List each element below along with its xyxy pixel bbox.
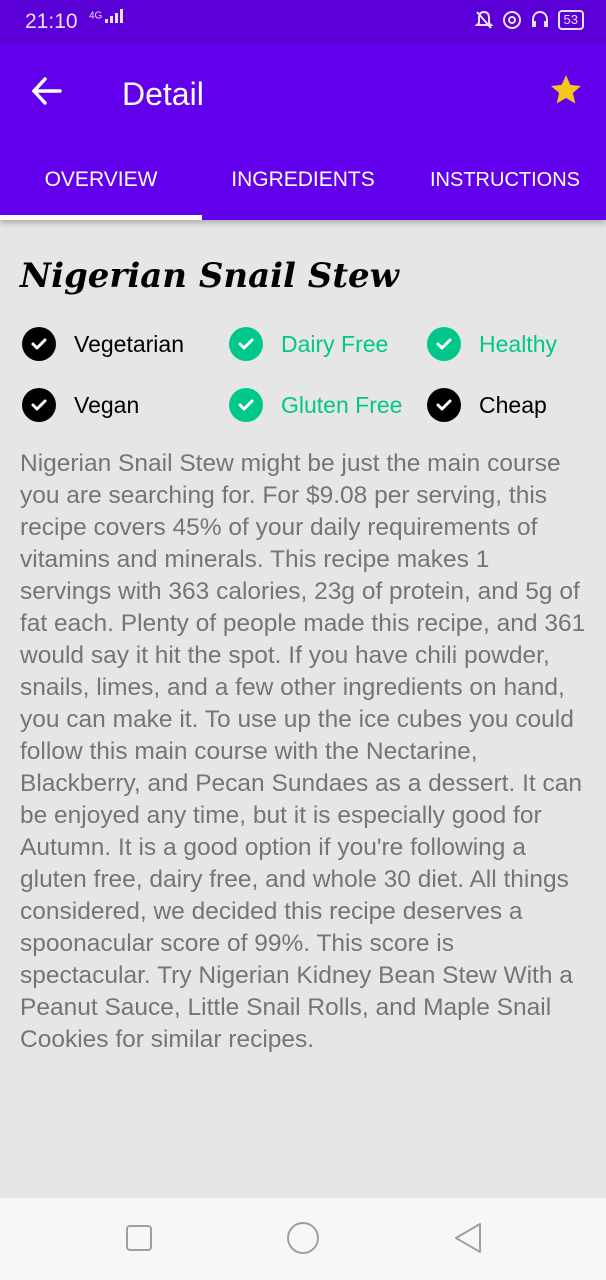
tag-healthy: Healthy xyxy=(427,327,557,361)
system-nav-bar xyxy=(0,1198,606,1280)
check-circle-icon xyxy=(427,327,461,361)
tag-cheap: Cheap xyxy=(427,388,547,422)
status-icons: 53 xyxy=(474,10,584,30)
page-title: Detail xyxy=(122,76,204,112)
check-circle-icon xyxy=(427,388,461,422)
mute-bell-icon xyxy=(474,10,493,29)
tab-bar: OVERVIEW INGREDIENTS INSTRUCTIONS xyxy=(0,140,606,220)
tag-label: Healthy xyxy=(479,330,557,357)
network-type: 4G xyxy=(89,10,103,22)
back-button[interactable] xyxy=(30,74,64,108)
tag-label: Cheap xyxy=(479,391,547,418)
check-circle-icon xyxy=(229,388,263,422)
tab-ingredients[interactable]: INGREDIENTS xyxy=(202,140,404,220)
recent-apps-button[interactable] xyxy=(125,1220,153,1261)
tag-label: Gluten Free xyxy=(281,391,403,418)
square-icon xyxy=(126,1225,152,1251)
tag-vegetarian: Vegetarian xyxy=(22,327,184,361)
tag-label: Vegan xyxy=(74,391,140,418)
star-icon xyxy=(551,75,581,104)
check-circle-icon xyxy=(229,327,263,361)
tag-label: Dairy Free xyxy=(281,330,389,357)
check-circle-icon xyxy=(22,388,56,422)
headset-icon xyxy=(531,10,548,27)
status-bar: 21:10 4G 53 xyxy=(0,0,606,44)
status-time: 21:10 xyxy=(25,10,78,33)
tag-gluten-free: Gluten Free xyxy=(229,388,402,422)
recipe-description: Nigerian Snail Stew might be just the ma… xyxy=(20,450,586,1053)
signal-icon xyxy=(105,9,124,23)
triangle-back-icon xyxy=(455,1223,481,1253)
home-button[interactable] xyxy=(286,1220,320,1261)
tag-dairy-free: Dairy Free xyxy=(229,327,388,361)
app-bar: Detail xyxy=(0,44,606,140)
tab-overview[interactable]: OVERVIEW xyxy=(0,140,202,220)
network-indicator: 4G xyxy=(89,9,124,23)
at-sign-icon xyxy=(502,11,521,29)
circle-icon xyxy=(287,1222,319,1254)
tab-indicator xyxy=(0,215,202,220)
tag-vegan: Vegan xyxy=(22,388,139,422)
back-nav-button[interactable] xyxy=(452,1220,484,1261)
tab-instructions[interactable]: INSTRUCTIONS xyxy=(404,140,606,220)
arrow-left-icon xyxy=(32,77,62,105)
tag-label: Vegetarian xyxy=(74,330,184,357)
battery-indicator: 53 xyxy=(557,10,584,30)
favorite-button[interactable] xyxy=(548,72,584,108)
recipe-title: Nigerian Snail Stew xyxy=(20,256,399,296)
check-circle-icon xyxy=(22,327,56,361)
